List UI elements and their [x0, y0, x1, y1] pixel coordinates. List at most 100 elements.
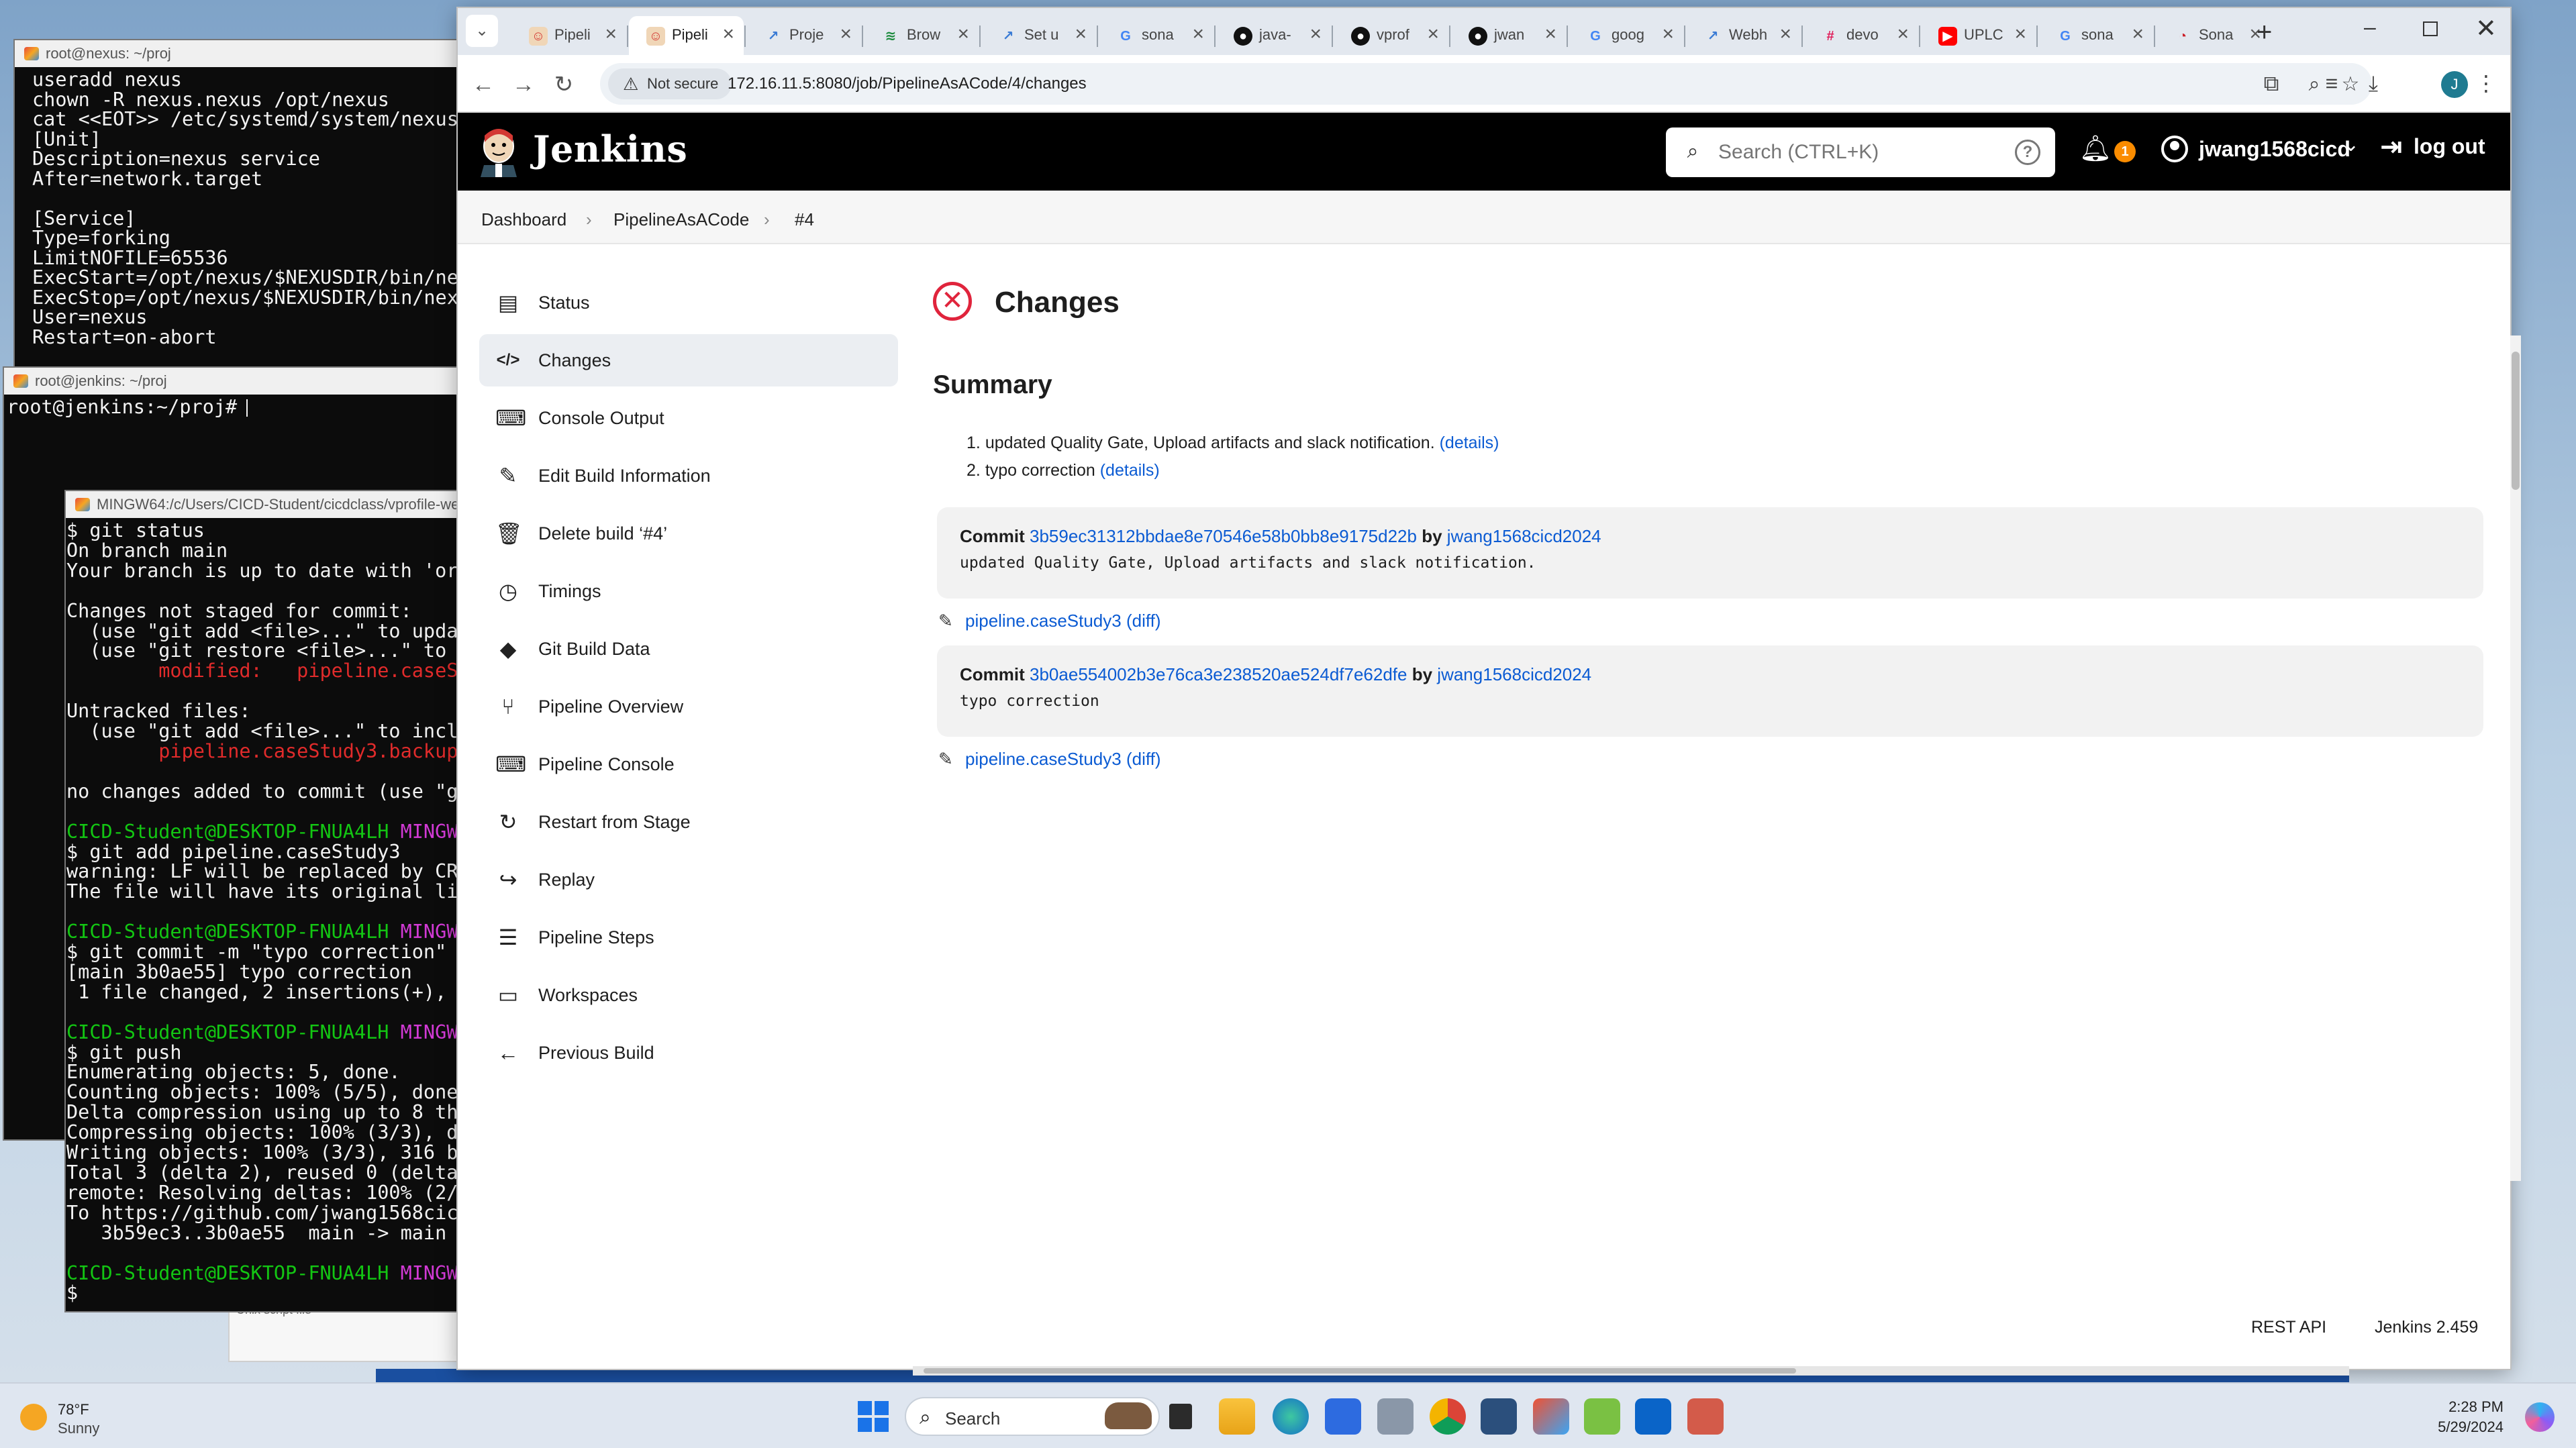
close-tab-icon[interactable]: × — [2014, 23, 2026, 46]
close-tab-icon[interactable]: × — [1544, 23, 1556, 46]
tab-3[interactable]: ↗ Proje × — [746, 16, 861, 55]
tab-13[interactable]: ▶ UPLC × — [1921, 16, 2036, 55]
close-tab-icon[interactable]: × — [957, 23, 969, 46]
file-link[interactable]: pipeline.caseStudy3 — [965, 611, 1122, 631]
new-tab-button[interactable]: + — [2257, 17, 2272, 48]
copilot-icon[interactable] — [2525, 1402, 2555, 1432]
sidebar-item-changes[interactable]: </> Changes — [479, 334, 898, 386]
diff-link[interactable]: (diff) — [1126, 749, 1161, 769]
back-button[interactable]: ← — [464, 66, 502, 103]
jenkins-brand[interactable]: Jenkins — [533, 127, 687, 170]
omnibox[interactable]: Not secure 172.16.11.5:8080/job/Pipeline… — [600, 63, 2372, 105]
downloads-icon[interactable]: ⤓ — [2359, 68, 2388, 98]
commit-hash-link[interactable]: 3b59ec31312bbdae8e70546e58b0bb8e9175d22b — [1030, 526, 1417, 546]
tab-6[interactable]: Gsona × — [1099, 16, 1213, 55]
close-window-button[interactable]: ✕ — [2475, 13, 2497, 44]
terminal-title[interactable]: root@jenkins: ~/proj — [4, 368, 471, 395]
task-view-icon[interactable] — [1169, 1404, 1192, 1429]
browser-menu-icon[interactable]: ⋮ — [2471, 68, 2501, 98]
close-tab-icon[interactable]: × — [1897, 23, 1909, 46]
terminal-title[interactable]: MINGW64:/c/Users/CICD-Student/cicdclass/… — [66, 491, 471, 518]
forward-button[interactable]: → — [505, 66, 542, 103]
sidebar-item-previous-build[interactable]: ← Previous Build — [479, 1027, 898, 1079]
tab-search-chevron-icon[interactable]: ⌄ — [466, 15, 498, 47]
tab-2[interactable]: ☺ Pipeli × — [629, 16, 744, 55]
close-tab-icon[interactable]: × — [1779, 23, 1791, 46]
sidebar-item-restart-from-stage[interactable]: ↻ Restart from Stage — [479, 796, 898, 848]
url-text[interactable]: 172.16.11.5:8080/job/PipelineAsACode/4/c… — [728, 63, 1087, 105]
horizontal-scrollbar[interactable] — [913, 1366, 2349, 1376]
sidebar-item-workspaces[interactable]: ▭ Workspaces — [479, 969, 898, 1021]
close-tab-icon[interactable]: × — [1427, 23, 1439, 46]
start-icon[interactable] — [855, 1398, 891, 1435]
close-tab-icon[interactable]: × — [722, 23, 734, 46]
diff-link[interactable]: (diff) — [1126, 611, 1161, 631]
sidebar-item-pipeline-overview[interactable]: ⑂ Pipeline Overview — [479, 680, 898, 733]
notification-count-badge[interactable]: 1 — [2114, 141, 2136, 162]
media-queue-icon[interactable]: ≡ — [2317, 68, 2346, 98]
commit-author-link[interactable]: jwang1568cicd2024 — [1437, 664, 1591, 684]
details-link[interactable]: (details) — [1100, 461, 1160, 480]
breadcrumb-dashboard[interactable]: Dashboard — [481, 209, 566, 230]
search-input[interactable] — [1718, 134, 2000, 170]
sidebar-item-replay[interactable]: ↪ Replay — [479, 854, 898, 906]
vertical-scrollbar[interactable] — [2510, 335, 2521, 1181]
maximize-button[interactable] — [2423, 21, 2438, 36]
sidebar-item-console-output[interactable]: ⌨ Console Output — [479, 392, 898, 444]
taskbar-search[interactable]: ⌕ Search — [905, 1397, 1160, 1436]
extensions-icon[interactable]: ⧉ — [2257, 68, 2286, 98]
jenkins-logo-icon[interactable] — [478, 126, 519, 177]
tab-5[interactable]: ↗ Set u × — [981, 16, 1096, 55]
sidebar-item-delete-build-4[interactable]: 🗑︎ Delete build ‘#4’ — [479, 507, 898, 560]
tab-8[interactable]: ● vprof × — [1334, 16, 1448, 55]
commit-author-link[interactable]: jwang1568cicd2024 — [1447, 526, 1601, 546]
username-link[interactable]: jwang1568cicd — [2199, 137, 2350, 162]
breadcrumb-job[interactable]: PipelineAsACode — [613, 209, 749, 230]
sidebar-item-edit-build-information[interactable]: ✎ Edit Build Information — [479, 450, 898, 502]
tab-10[interactable]: Ggoog × — [1569, 16, 1683, 55]
sidebar-item-git-build-data[interactable]: ◆ Git Build Data — [479, 623, 898, 675]
outlook-icon[interactable] — [1635, 1398, 1671, 1435]
user-icon[interactable] — [2161, 136, 2188, 162]
tab-1[interactable]: ☺ Pipeli × — [511, 16, 626, 55]
close-tab-icon[interactable]: × — [840, 23, 852, 46]
jenkins-search-box[interactable]: ⌕ ? — [1666, 127, 2055, 177]
tab-11[interactable]: ↗ Webh × — [1686, 16, 1801, 55]
terminal-nexus[interactable]: root@nexus: ~/proj useradd nexus chown -R… — [15, 40, 471, 376]
close-tab-icon[interactable]: × — [2132, 23, 2144, 46]
close-tab-icon[interactable]: × — [605, 23, 617, 46]
chrome-icon[interactable] — [1430, 1398, 1466, 1435]
close-tab-icon[interactable]: × — [1075, 23, 1087, 46]
profile-avatar[interactable]: J — [2441, 71, 2468, 98]
git-gui-icon[interactable] — [1533, 1398, 1569, 1435]
tab-14[interactable]: Gsona × — [2038, 16, 2153, 55]
commit-hash-link[interactable]: 3b0ae554002b3e76ca3e238520ae524df7e62dfe — [1030, 664, 1407, 684]
sidebar-item-pipeline-console[interactable]: ⌨ Pipeline Console — [479, 738, 898, 790]
edge-icon[interactable] — [1273, 1398, 1309, 1435]
sidebar-item-pipeline-steps[interactable]: ☰ Pipeline Steps — [479, 911, 898, 964]
store-icon[interactable] — [1325, 1398, 1361, 1435]
tab-12[interactable]: # devo × — [1803, 16, 1918, 55]
tab-15[interactable]: ◔ Sona × — [2156, 16, 2271, 55]
tab-4[interactable]: ≋ Brow × — [864, 16, 979, 55]
details-link[interactable]: (details) — [1440, 433, 1499, 452]
sidebar-item-timings[interactable]: ◷ Timings — [479, 565, 898, 617]
breadcrumb-build[interactable]: #4 — [795, 209, 814, 230]
file-link[interactable]: pipeline.caseStudy3 — [965, 749, 1122, 769]
notepad-plus-icon[interactable] — [1584, 1398, 1620, 1435]
close-tab-icon[interactable]: × — [1192, 23, 1204, 46]
terminal-title[interactable]: root@nexus: ~/proj — [15, 40, 471, 67]
snipping-tool-icon[interactable] — [1687, 1398, 1724, 1435]
close-tab-icon[interactable]: × — [1662, 23, 1674, 46]
not-secure-chip[interactable]: Not secure — [608, 68, 732, 99]
file-explorer-icon[interactable] — [1219, 1398, 1255, 1435]
terminal-mingw[interactable]: MINGW64:/c/Users/CICD-Student/cicdclass/… — [66, 491, 471, 1311]
minimize-button[interactable]: – — [2364, 15, 2376, 40]
photos-icon[interactable] — [1377, 1398, 1414, 1435]
tab-9[interactable]: ● jwan × — [1451, 16, 1566, 55]
reload-button[interactable]: ↻ — [545, 66, 583, 103]
help-icon[interactable]: ? — [2015, 140, 2040, 165]
tab-7[interactable]: ● java- × — [1216, 16, 1331, 55]
chevron-down-icon[interactable]: ⌄ — [2342, 133, 2359, 156]
logout-link[interactable]: log out — [2380, 132, 2485, 162]
